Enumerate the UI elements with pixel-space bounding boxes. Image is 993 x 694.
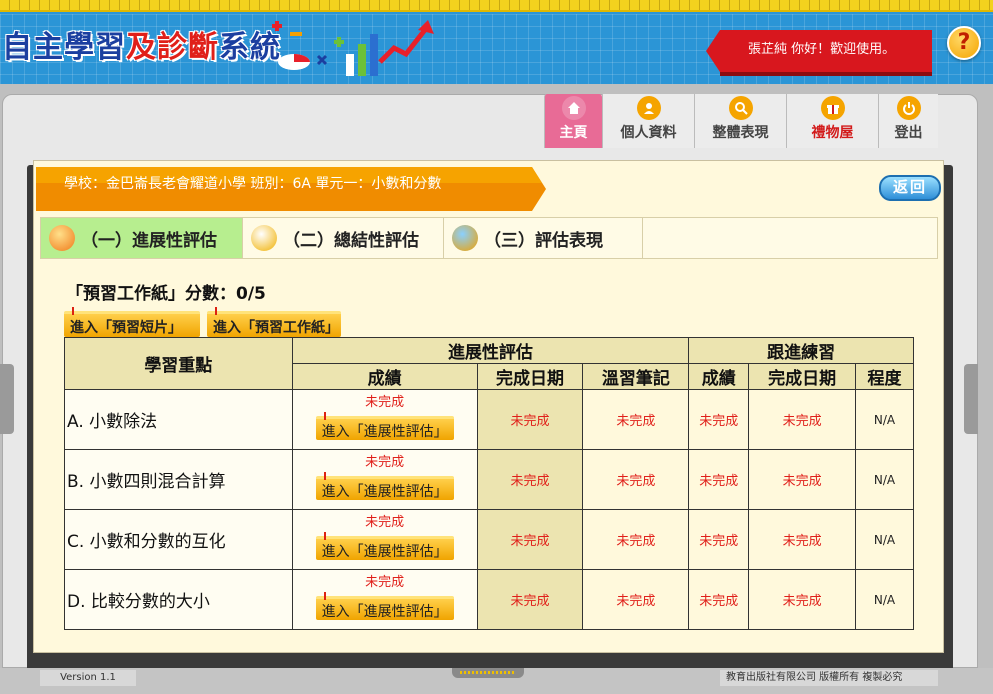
score-status: 未完成 <box>365 575 405 590</box>
bottom-handle[interactable] <box>452 668 524 678</box>
header-follow-up: 跟進練習 <box>688 337 914 364</box>
nav-performance-label: 整體表現 <box>712 125 769 141</box>
enter-preview-worksheet-button[interactable]: 進入「預習工作紙」 <box>207 307 341 337</box>
tab-assessment-performance[interactable]: （三）評估表現 <box>444 218 643 258</box>
header-level: 程度 <box>855 363 914 390</box>
back-button[interactable]: 返回 <box>879 175 941 201</box>
school-class-unit-info: 學校：金巴崙長老會耀道小學 班別：6A 單元一：小數和分數 <box>64 176 442 192</box>
header-follow-up-score: 成績 <box>688 363 750 390</box>
welcome-text: 張芷純 你好！歡迎使用。 <box>748 42 896 57</box>
table-row: A. 小數除法 未完成 進入「進展性評估」 未完成 未完成 未完成 未完成 N/… <box>64 389 914 450</box>
topic-cell: D. 比較分數的大小 <box>64 569 293 630</box>
header-learning-focus: 學習重點 <box>64 337 293 390</box>
enter-formative-button[interactable]: 進入「進展性評估」 <box>315 412 454 440</box>
score-cell: 未完成 進入「進展性評估」 <box>291 389 478 450</box>
follow-up-date-cell: 未完成 <box>748 569 857 630</box>
nav-logout-label: 登出 <box>894 125 923 141</box>
learning-focus-table: 學習重點 進展性評估 跟進練習 成績 完成日期 溫習筆記 成績 完成日期 程度 … <box>64 337 914 630</box>
table-row: D. 比較分數的大小 未完成 進入「進展性評估」 未完成 未完成 未完成 未完成… <box>64 569 914 630</box>
topic-cell: A. 小數除法 <box>64 389 293 450</box>
assessment-tabs: （一）進展性評估 （二）總結性評估 （三）評估表現 <box>40 217 938 259</box>
score-status: 未完成 <box>365 455 405 470</box>
footer: Version 1.1 教育出版社有限公司 版權所有 複製必究 <box>0 668 993 694</box>
nav-home-label: 主頁 <box>559 125 588 141</box>
completion-date-cell: 未完成 <box>476 449 584 510</box>
nav-home[interactable]: 主頁 <box>544 94 602 148</box>
top-nav: 主頁 個人資料 整體表現 禮物屋 登出 <box>544 94 938 148</box>
revision-notes-cell: 未完成 <box>582 509 690 570</box>
tab-formative-assessment[interactable]: （一）進展性評估 <box>41 218 243 258</box>
enter-formative-button[interactable]: 進入「進展性評估」 <box>315 532 454 560</box>
tab-label: （二）總結性評估 <box>283 230 419 251</box>
follow-up-date-cell: 未完成 <box>748 449 857 510</box>
nav-gift-label: 禮物屋 <box>811 125 854 141</box>
nav-logout[interactable]: 登出 <box>878 94 938 148</box>
level-cell: N/A <box>855 389 914 450</box>
score-cell: 未完成 進入「進展性評估」 <box>291 569 478 630</box>
user-icon <box>636 96 661 120</box>
header-revision-notes: 溫習筆記 <box>582 363 690 390</box>
completion-date-cell: 未完成 <box>476 509 584 570</box>
app-header: 自主學習及診斷系統 張芷純 你好！歡迎使用。 ? <box>0 0 993 84</box>
home-icon <box>561 96 586 120</box>
header-follow-up-date: 完成日期 <box>748 363 857 390</box>
topic-cell: B. 小數四則混合計算 <box>64 449 293 510</box>
nav-gift[interactable]: 禮物屋 <box>786 94 878 148</box>
table-row: C. 小數和分數的互化 未完成 進入「進展性評估」 未完成 未完成 未完成 未完… <box>64 509 914 570</box>
title-part-2: 及診斷 <box>126 30 219 65</box>
header-formative: 進展性評估 <box>291 337 690 364</box>
follow-up-score-cell: 未完成 <box>688 569 750 630</box>
left-scroll-handle[interactable] <box>0 364 14 434</box>
app-title: 自主學習及診斷系統 <box>2 22 281 66</box>
level-cell: N/A <box>855 509 914 570</box>
magnifier-icon <box>728 96 753 120</box>
nav-performance[interactable]: 整體表現 <box>694 94 786 148</box>
ruler-decoration <box>0 0 993 12</box>
revision-notes-cell: 未完成 <box>582 449 690 510</box>
table-row: B. 小數四則混合計算 未完成 進入「進展性評估」 未完成 未完成 未完成 未完… <box>64 449 914 510</box>
revision-notes-cell: 未完成 <box>582 389 690 450</box>
follow-up-date-cell: 未完成 <box>748 389 857 450</box>
follow-up-score-cell: 未完成 <box>688 389 750 450</box>
score-status: 未完成 <box>365 395 405 410</box>
follow-up-score-cell: 未完成 <box>688 509 750 570</box>
tab-label: （三）評估表現 <box>484 230 603 251</box>
pie-chart-icon <box>251 225 277 251</box>
gift-icon <box>820 96 845 120</box>
header-completion-date: 完成日期 <box>476 363 584 390</box>
trend-chart-icon <box>49 225 75 251</box>
level-cell: N/A <box>855 569 914 630</box>
header-score: 成績 <box>291 363 478 390</box>
follow-up-score-cell: 未完成 <box>688 449 750 510</box>
enter-formative-button[interactable]: 進入「進展性評估」 <box>315 592 454 620</box>
level-cell: N/A <box>855 449 914 510</box>
copyright-notice: 教育出版社有限公司 版權所有 複製必究 <box>720 670 938 686</box>
title-part-1: 自主學習 <box>2 30 126 65</box>
right-scroll-handle[interactable] <box>964 364 978 434</box>
score-status: 未完成 <box>365 515 405 530</box>
topic-cell: C. 小數和分數的互化 <box>64 509 293 570</box>
nav-profile[interactable]: 個人資料 <box>602 94 694 148</box>
preview-worksheet-score: 「預習工作紙」分數：0/5 <box>66 284 266 304</box>
help-button[interactable]: ? <box>947 26 981 60</box>
revision-notes-cell: 未完成 <box>582 569 690 630</box>
tab-summative-assessment[interactable]: （二）總結性評估 <box>243 218 444 258</box>
score-cell: 未完成 進入「進展性評估」 <box>291 449 478 510</box>
nav-profile-label: 個人資料 <box>620 125 677 141</box>
bar-chart-icon <box>452 225 478 251</box>
power-icon <box>896 96 921 120</box>
math-chart-decoration-icon <box>272 20 434 76</box>
score-cell: 未完成 進入「進展性評估」 <box>291 509 478 570</box>
follow-up-date-cell: 未完成 <box>748 509 857 570</box>
enter-preview-video-button[interactable]: 進入「預習短片」 <box>64 307 200 337</box>
content-panel: 學校：金巴崙長老會耀道小學 班別：6A 單元一：小數和分數 返回 （一）進展性評… <box>33 160 944 653</box>
version-label: Version 1.1 <box>40 670 136 686</box>
completion-date-cell: 未完成 <box>476 569 584 630</box>
completion-date-cell: 未完成 <box>476 389 584 450</box>
tab-label: （一）進展性評估 <box>81 230 217 251</box>
enter-formative-button[interactable]: 進入「進展性評估」 <box>315 472 454 500</box>
